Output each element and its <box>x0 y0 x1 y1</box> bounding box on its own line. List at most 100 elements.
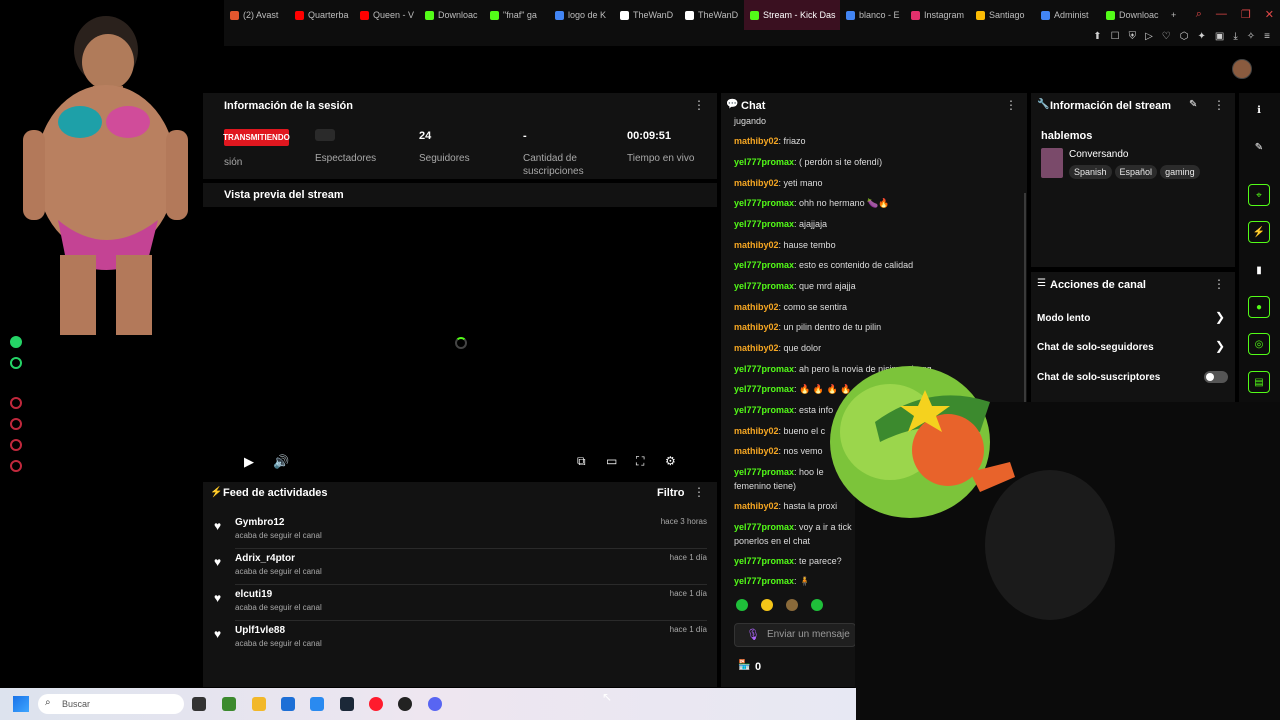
chat-username[interactable]: yel777promax <box>734 405 794 415</box>
settings-icon[interactable] <box>10 460 22 472</box>
chevron-right-icon[interactable]: ❯ <box>1215 310 1225 324</box>
box-icon[interactable]: ⬡ <box>1180 31 1189 42</box>
search-icon[interactable]: ⌕ <box>1196 8 1202 21</box>
chat-username[interactable]: mathiby02 <box>734 343 779 353</box>
chat-username[interactable]: yel777promax <box>734 364 794 374</box>
chat-username[interactable]: yel777promax <box>734 157 794 167</box>
chat-username[interactable]: mathiby02 <box>734 426 779 436</box>
chat-username[interactable]: yel777promax <box>734 384 794 394</box>
chat-username[interactable]: yel777promax <box>734 260 794 270</box>
browser-tab[interactable]: Quarterba <box>289 0 354 30</box>
play-icon[interactable]: ▷ <box>1145 31 1153 42</box>
chat-icon[interactable]: ● <box>1248 296 1270 318</box>
new-tab-button[interactable]: + <box>1165 0 1185 30</box>
emote-icon[interactable] <box>811 599 823 611</box>
emote-icon[interactable] <box>786 599 798 611</box>
stream-info-menu-icon[interactable]: ⋮ <box>1213 98 1225 112</box>
mic-icon[interactable]: 🎙 <box>746 628 760 641</box>
pin-icon[interactable]: ⬆ <box>1093 31 1101 42</box>
fullscreen-icon[interactable]: ⛶ <box>636 454 644 469</box>
feed-user[interactable]: Uplf1vle88 <box>235 625 285 636</box>
browser-tab[interactable]: Instagram <box>905 0 970 30</box>
chat-username[interactable]: yel777promax <box>734 219 794 229</box>
chat-username[interactable]: yel777promax <box>734 556 794 566</box>
volume-icon[interactable]: 🔊 <box>273 454 289 470</box>
extensions-icon[interactable]: ✦ <box>1198 31 1206 42</box>
browser-tab[interactable]: "fnaf" ga <box>484 0 549 30</box>
browser-tab[interactable]: logo de K <box>549 0 614 30</box>
clock-icon[interactable] <box>10 418 22 430</box>
pencil-icon[interactable]: ✎ <box>1248 136 1270 158</box>
start-menu-icon[interactable] <box>13 696 29 712</box>
chat-username[interactable]: mathiby02 <box>734 240 779 250</box>
info-icon[interactable]: ℹ <box>1248 99 1270 121</box>
whatsapp-icon[interactable] <box>10 336 22 348</box>
message-icon[interactable] <box>10 439 22 451</box>
browser-tab[interactable]: Santiago <box>970 0 1035 30</box>
close-icon[interactable]: ✕ <box>1265 8 1274 21</box>
browser-tab[interactable]: Downloac <box>1100 0 1165 30</box>
chat-username[interactable]: yel777promax <box>734 576 794 586</box>
chat-username[interactable]: mathiby02 <box>734 446 779 456</box>
bookmark-icon[interactable]: ☐ <box>1111 31 1120 42</box>
settings-gear-icon[interactable]: ⚙ <box>665 454 676 468</box>
task-view-icon[interactable] <box>192 697 206 711</box>
actions-menu-icon[interactable]: ⋮ <box>1213 277 1225 291</box>
feed-user[interactable]: elcuti19 <box>235 589 272 600</box>
emote-icon[interactable] <box>761 599 773 611</box>
file-explorer-icon[interactable] <box>252 697 266 711</box>
subscribers-only-toggle[interactable] <box>1204 371 1228 383</box>
battery-icon[interactable]: ▮ <box>1248 259 1270 281</box>
restore-icon[interactable]: ❐ <box>1241 8 1251 21</box>
theater-icon[interactable]: ▭ <box>606 454 617 468</box>
feed-filter-button[interactable]: Filtro <box>657 487 685 499</box>
chat-username[interactable]: mathiby02 <box>734 322 779 332</box>
chat-username[interactable]: yel777promax <box>734 467 794 477</box>
camera-icon[interactable]: ▣ <box>1215 31 1224 42</box>
category-name[interactable]: Conversando <box>1069 149 1128 160</box>
menu-icon[interactable]: ≡ <box>1264 31 1270 42</box>
app-icon[interactable] <box>398 697 412 711</box>
minecraft-icon[interactable] <box>222 697 236 711</box>
browser-tab[interactable]: TheWanD <box>679 0 744 30</box>
subscribers-only-action[interactable]: Chat de solo-suscriptores <box>1037 372 1160 383</box>
bolt-icon[interactable]: ⚡ <box>1248 221 1270 243</box>
browser-tab[interactable]: Queen - V <box>354 0 419 30</box>
browser-tab[interactable]: Downloac <box>419 0 484 30</box>
browser-tab[interactable]: (2) Avast <box>224 0 289 30</box>
chat-username[interactable]: mathiby02 <box>734 136 779 146</box>
broadcast-icon[interactable]: ◎ <box>1248 333 1270 355</box>
minimize-icon[interactable]: — <box>1216 8 1227 21</box>
feed-user[interactable]: Gymbro12 <box>235 517 284 528</box>
shield-icon[interactable]: ⛨ <box>1129 31 1137 42</box>
heart-icon[interactable]: ♡ <box>1162 31 1171 42</box>
chat-username[interactable]: mathiby02 <box>734 501 779 511</box>
mail-icon[interactable] <box>310 697 324 711</box>
chevron-right-icon[interactable]: ❯ <box>1215 339 1225 353</box>
emote-icon[interactable] <box>736 599 748 611</box>
browser-tab[interactable]: blanco - E <box>840 0 905 30</box>
stream-preview[interactable] <box>203 183 717 480</box>
chat-username[interactable]: yel777promax <box>734 281 794 291</box>
browser-tab[interactable]: Administ <box>1035 0 1100 30</box>
browser-tab[interactable]: TheWanD <box>614 0 679 30</box>
category-thumbnail[interactable] <box>1041 148 1063 178</box>
ai-icon[interactable]: ✧ <box>1247 31 1255 42</box>
edit-icon[interactable]: ✎ <box>1189 99 1197 110</box>
layout-icon[interactable]: ▤ <box>1248 371 1270 393</box>
chat-username[interactable]: mathiby02 <box>734 178 779 188</box>
taskbar-search[interactable]: Buscar <box>38 694 184 714</box>
clip-icon[interactable]: ⌖ <box>1248 184 1270 206</box>
chat-username[interactable]: yel777promax <box>734 198 794 208</box>
steam-icon[interactable] <box>340 697 354 711</box>
feed-user[interactable]: Adrix_r4ptor <box>235 553 295 564</box>
browser-tab[interactable]: Stream - Kick Das <box>744 0 840 30</box>
feed-menu-icon[interactable]: ⋮ <box>693 485 705 499</box>
user-avatar[interactable] <box>1232 59 1252 79</box>
chat-username[interactable]: yel777promax <box>734 522 794 532</box>
opera-gx-icon[interactable] <box>369 697 383 711</box>
slow-mode-action[interactable]: Modo lento <box>1037 313 1090 324</box>
record-icon[interactable] <box>10 397 22 409</box>
play-button-icon[interactable]: ▶ <box>244 454 254 470</box>
counter-icon[interactable] <box>10 357 22 369</box>
